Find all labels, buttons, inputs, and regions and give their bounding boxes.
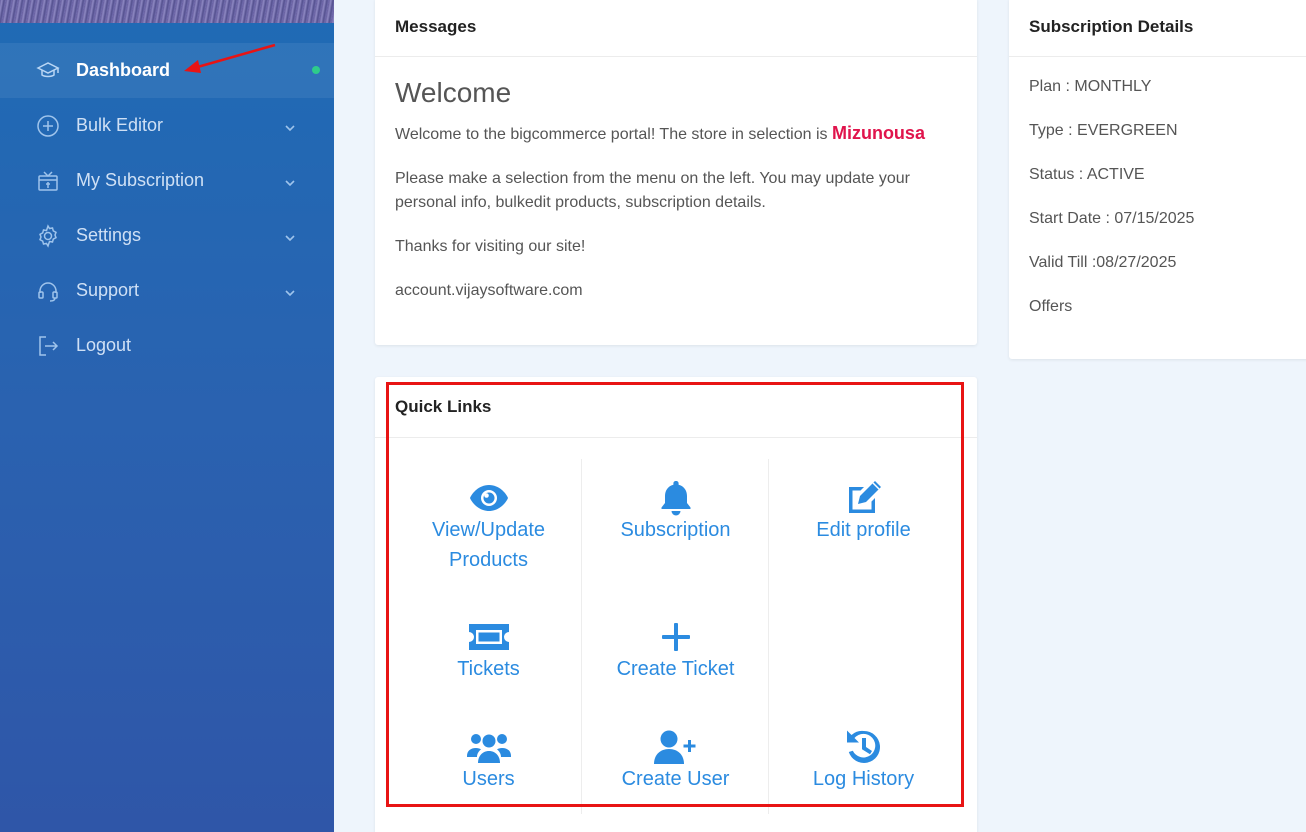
status-value: Status : ACTIVE (1029, 166, 1145, 183)
sidebar-nav: Dashboard Bulk Editor My Subscription Se… (0, 43, 334, 373)
subscription-card-title: Subscription Details (1009, 0, 1306, 57)
graduation-cap-icon (35, 58, 61, 84)
quick-link-edit-profile[interactable]: Edit profile (770, 479, 957, 545)
quick-link-label: Users (462, 768, 515, 790)
sidebar-item-label: My Subscription (76, 170, 205, 190)
subscription-box-icon (35, 168, 61, 194)
quick-links-title: Quick Links (375, 377, 977, 438)
user-plus-icon (582, 728, 769, 766)
thanks-text: Thanks for visiting our site! (395, 238, 586, 255)
welcome-intro: Welcome to the bigcommerce portal! The s… (395, 121, 957, 147)
edit-icon (770, 479, 957, 517)
users-icon (395, 728, 582, 766)
ticket-icon (395, 618, 582, 656)
sidebar-item-label: Support (76, 280, 140, 300)
quick-link-label: Create Ticket (616, 658, 735, 680)
type-value: Type : EVERGREEN (1029, 122, 1178, 139)
valid-till-value: Valid Till :08/27/2025 (1029, 254, 1177, 271)
quick-link-label: Tickets (457, 658, 520, 680)
quick-links-card: Quick Links View/Update Products Subscri… (375, 377, 977, 832)
eye-icon (395, 479, 582, 517)
sidebar-item-settings[interactable]: Settings (0, 208, 334, 263)
chevron-down-icon (284, 173, 296, 187)
gear-icon (35, 223, 61, 249)
instructions-text: Please make a selection from the menu on… (395, 170, 910, 211)
sidebar-item-bulk-editor[interactable]: Bulk Editor (0, 98, 334, 153)
site-url-text: account.vijaysoftware.com (395, 282, 583, 299)
sidebar-item-support[interactable]: Support (0, 263, 334, 318)
store-name: Mizunousa (831, 123, 925, 143)
sidebar-item-label: Bulk Editor (76, 115, 164, 135)
bell-icon (582, 479, 769, 517)
quick-link-view-update-products[interactable]: View/Update Products (395, 479, 582, 575)
chevron-down-icon (284, 228, 296, 242)
quick-link-label: Subscription (620, 519, 731, 541)
sidebar-item-my-subscription[interactable]: My Subscription (0, 153, 334, 208)
sidebar: Dashboard Bulk Editor My Subscription Se… (0, 0, 334, 832)
active-indicator-dot (312, 66, 320, 74)
headset-icon (35, 278, 61, 304)
annotation-arrow-icon (184, 43, 276, 73)
sidebar-item-dashboard[interactable]: Dashboard (0, 43, 334, 98)
history-icon (770, 728, 957, 766)
quick-link-label: View/Update Products (431, 519, 546, 571)
plan-value: Plan : MONTHLY (1029, 78, 1152, 95)
plus-icon (582, 618, 769, 656)
quick-link-create-ticket[interactable]: Create Ticket (582, 618, 769, 684)
sidebar-item-logout[interactable]: Logout (0, 318, 334, 373)
quick-link-subscription[interactable]: Subscription (582, 479, 769, 545)
quick-links-grid: View/Update Products Subscription Edit p… (395, 459, 957, 814)
quick-link-users[interactable]: Users (395, 728, 582, 794)
offers-label: Offers (1029, 298, 1073, 315)
sidebar-item-label: Logout (76, 335, 132, 355)
chevron-down-icon (284, 283, 296, 297)
welcome-heading: Welcome (395, 77, 512, 108)
subscription-details-card: Subscription Details Plan : MONTHLY Type… (1009, 0, 1306, 359)
logout-icon (35, 333, 61, 359)
quick-link-tickets[interactable]: Tickets (395, 618, 582, 684)
chevron-down-icon (284, 118, 296, 132)
quick-link-create-user[interactable]: Create User (582, 728, 769, 794)
quick-link-label: Log History (812, 768, 915, 790)
start-date-value: Start Date : 07/15/2025 (1029, 210, 1195, 227)
quick-link-label: Create User (621, 768, 730, 790)
sidebar-item-label: Dashboard (76, 60, 171, 80)
quick-link-label: Edit profile (816, 519, 911, 541)
welcome-intro-text: Welcome to the bigcommerce portal! The s… (395, 126, 828, 143)
sidebar-banner-image (0, 0, 334, 23)
messages-card: Messages Welcome Welcome to the bigcomme… (375, 0, 977, 345)
messages-card-title: Messages (375, 0, 977, 57)
plus-circle-icon (35, 113, 61, 139)
sidebar-item-label: Settings (76, 225, 142, 245)
quick-link-log-history[interactable]: Log History (770, 728, 957, 794)
